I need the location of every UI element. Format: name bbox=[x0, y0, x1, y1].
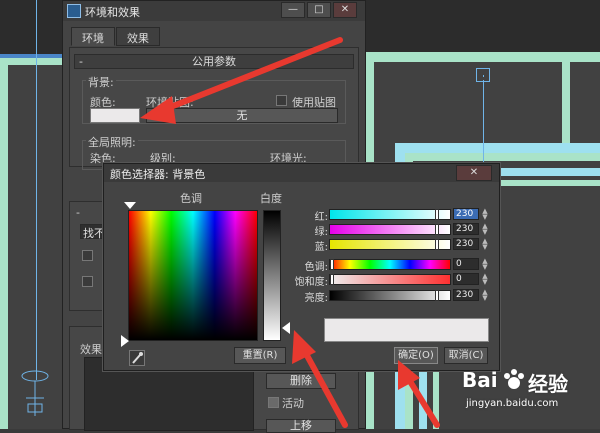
watermark-brand-cn: 经验 bbox=[528, 372, 568, 396]
baidu-watermark: Bai 经验 jingyan.baidu.com bbox=[462, 368, 600, 414]
paw-icon bbox=[504, 369, 524, 389]
watermark-url: jingyan.baidu.com bbox=[466, 398, 559, 409]
arrow-to-background-swatch-icon bbox=[140, 37, 343, 124]
arrow-to-ok-icon bbox=[398, 360, 440, 428]
arrow-to-whiteness-icon bbox=[292, 330, 348, 428]
watermark-brand: Bai bbox=[462, 368, 498, 392]
red-arrows-overlay bbox=[140, 37, 440, 428]
